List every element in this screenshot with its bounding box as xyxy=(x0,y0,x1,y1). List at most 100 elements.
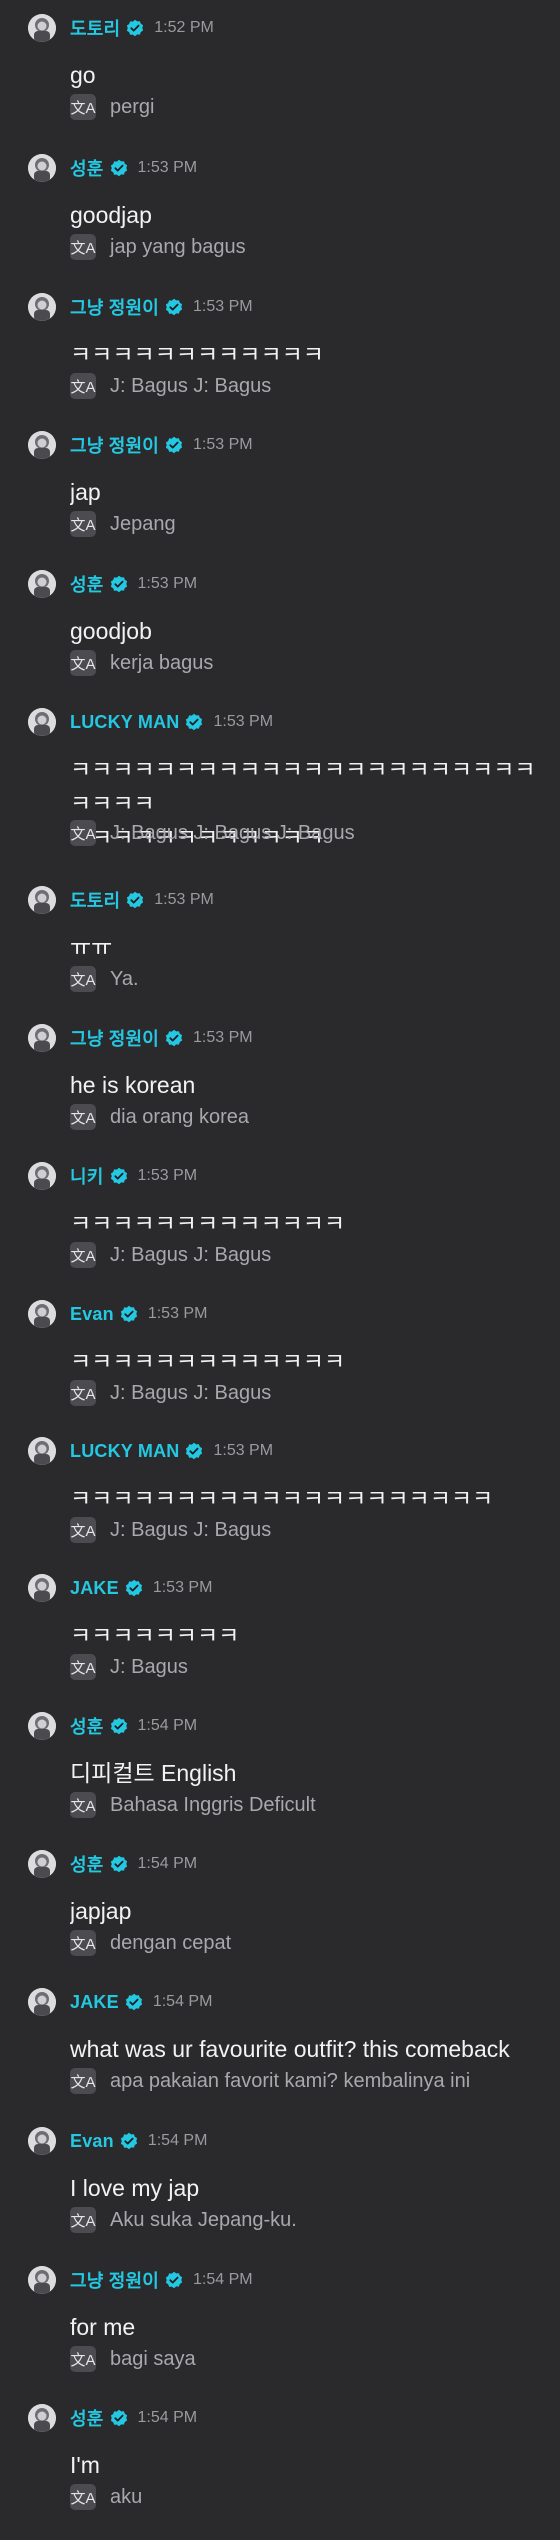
translation-text: apa pakaian favorit kami? kembalinya ini xyxy=(110,2069,471,2092)
timestamp: 1:54 PM xyxy=(137,2409,198,2426)
avatar[interactable] xyxy=(28,1162,56,1190)
username[interactable]: 그냥 정원이 xyxy=(70,432,159,458)
username[interactable]: 성훈 xyxy=(70,1851,104,1877)
message-item: 그냥 정원이 1:53 PM ㅋㅋㅋㅋㅋㅋㅋㅋㅋㅋㅋㅋ 文A J: Bagus J: B… xyxy=(0,293,560,411)
translation-row[interactable]: 文A pergi xyxy=(70,94,154,120)
username[interactable]: 도토리 xyxy=(70,887,120,913)
timestamp: 1:54 PM xyxy=(137,1855,198,1872)
avatar[interactable] xyxy=(28,154,56,182)
message-header: 그냥 정원이 1:53 PM xyxy=(70,293,253,321)
avatar[interactable] xyxy=(28,2404,56,2432)
username[interactable]: JAKE xyxy=(70,1992,119,2013)
message-text: what was ur favourite outfit? this comeb… xyxy=(70,2036,510,2062)
username[interactable]: 그냥 정원이 xyxy=(70,294,159,320)
timestamp: 1:53 PM xyxy=(193,298,253,315)
translate-icon: 文A xyxy=(70,511,96,537)
avatar[interactable] xyxy=(28,1300,56,1328)
avatar[interactable] xyxy=(28,2127,56,2155)
translate-icon: 文A xyxy=(70,2346,96,2372)
translation-row[interactable]: 文A J: Bagus J: Bagus xyxy=(70,373,271,399)
avatar[interactable] xyxy=(28,570,56,598)
username[interactable]: Evan xyxy=(70,1304,114,1325)
avatar[interactable] xyxy=(28,1437,56,1465)
username[interactable]: 성훈 xyxy=(70,155,104,181)
timestamp: 1:53 PM xyxy=(213,713,274,730)
message-text: I'm xyxy=(70,2452,100,2478)
avatar[interactable] xyxy=(28,1574,56,1602)
username[interactable]: 도토리 xyxy=(70,15,120,41)
translation-text: J: Bagus J: Bagus xyxy=(110,1518,272,1541)
avatar[interactable] xyxy=(28,431,56,459)
avatar[interactable] xyxy=(28,1988,56,2016)
message-text: ㅋㅋㅋㅋㅋㅋㅋㅋㅋㅋㅋㅋ xyxy=(70,341,324,367)
translate-icon: 文A xyxy=(70,1930,96,1956)
translation-row[interactable]: 文A Aku suka Jepang-ku. xyxy=(70,2207,297,2233)
translation-row[interactable]: 文A kerja bagus xyxy=(70,650,213,676)
verified-badge-icon xyxy=(110,159,128,177)
message-item: 성훈 1:54 PM 디피컬트 English 文A Bahasa Inggris De… xyxy=(0,1712,560,1830)
verified-badge-icon xyxy=(165,2271,183,2289)
translation-text: J: Bagus J: Bagus xyxy=(110,1243,272,1266)
message-text: ㅋㅋㅋㅋㅋㅋㅋㅋㅋㅋㅋㅋㅋ xyxy=(70,1210,346,1236)
translate-icon: 文A xyxy=(70,1380,96,1406)
translate-icon: 文A xyxy=(70,373,96,399)
message-item: 성훈 1:54 PM japjap 文A dengan cepat xyxy=(0,1850,560,1968)
timestamp: 1:54 PM xyxy=(147,2132,208,2149)
username[interactable]: 그냥 정원이 xyxy=(70,1025,159,1051)
message-item: 도토리 1:53 PM ㅠㅠ 文A Ya. xyxy=(0,886,560,1004)
username[interactable]: 성훈 xyxy=(70,571,104,597)
message-item: 그냥 정원이 1:53 PM he is korean 文A dia orang kor… xyxy=(0,1024,560,1142)
translation-row[interactable]: 文A dia orang korea xyxy=(70,1104,249,1130)
translate-icon: 文A xyxy=(70,234,96,260)
username[interactable]: 니키 xyxy=(70,1163,104,1189)
translation-text: dengan cepat xyxy=(110,1931,232,1954)
username[interactable]: LUCKY MAN xyxy=(70,712,179,733)
message-item: Evan 1:54 PM I love my jap 文A Aku suka Jepan… xyxy=(0,2127,560,2245)
translation-text: jap yang bagus xyxy=(110,235,246,258)
translation-row[interactable]: 文A jap yang bagus xyxy=(70,234,246,260)
message-text: goodjob xyxy=(70,618,152,644)
username[interactable]: 성훈 xyxy=(70,2405,104,2431)
avatar[interactable] xyxy=(28,1712,56,1740)
translate-icon: 文A xyxy=(70,820,96,846)
translation-text: kerja bagus xyxy=(110,651,214,674)
message-feed[interactable]: 도토리 1:52 PM go 文A pergi 성훈 1:53 PM goodjap 文A jap… xyxy=(0,0,560,2540)
avatar[interactable] xyxy=(28,14,56,42)
translation-row[interactable]: 文A J: Bagus J: Bagus xyxy=(70,1517,271,1543)
avatar[interactable] xyxy=(28,1024,56,1052)
message-item: 성훈 1:53 PM goodjap 文A jap yang bagus xyxy=(0,154,560,272)
translation-row[interactable]: 文A J: Bagus J: Bagus J: Bagus xyxy=(70,820,355,846)
verified-badge-icon xyxy=(125,1993,143,2011)
translate-icon: 文A xyxy=(70,2207,96,2233)
username[interactable]: LUCKY MAN xyxy=(70,1441,179,1462)
avatar[interactable] xyxy=(28,2266,56,2294)
translation-row[interactable]: 文A J: Bagus J: Bagus xyxy=(70,1380,271,1406)
translation-row[interactable]: 文A J: Bagus J: Bagus xyxy=(70,1242,271,1268)
translate-icon: 文A xyxy=(70,1104,96,1130)
translation-row[interactable]: 文A dengan cepat xyxy=(70,1930,231,1956)
verified-badge-icon xyxy=(125,1579,143,1597)
timestamp: 1:53 PM xyxy=(137,159,198,176)
translation-row[interactable]: 文A J: Bagus xyxy=(70,1654,188,1680)
username[interactable]: 그냥 정원이 xyxy=(70,2267,159,2293)
translation-row[interactable]: 文A bagi saya xyxy=(70,2346,196,2372)
translation-row[interactable]: 文A Jepang xyxy=(70,511,176,537)
timestamp: 1:53 PM xyxy=(193,1029,253,1046)
avatar[interactable] xyxy=(28,886,56,914)
avatar[interactable] xyxy=(28,293,56,321)
translation-row[interactable]: 文A apa pakaian favorit kami? kembalinya i… xyxy=(70,2068,470,2094)
translate-icon: 文A xyxy=(70,650,96,676)
message-text: ㅠㅠ xyxy=(70,934,113,960)
verified-badge-icon xyxy=(110,1855,128,1873)
avatar[interactable] xyxy=(28,1850,56,1878)
verified-badge-icon xyxy=(126,19,144,37)
verified-badge-icon xyxy=(110,1167,128,1185)
translation-row[interactable]: 文A Bahasa Inggris Deficult xyxy=(70,1792,316,1818)
translation-row[interactable]: 文A Ya. xyxy=(70,966,139,992)
username[interactable]: Evan xyxy=(70,2131,114,2152)
avatar[interactable] xyxy=(28,708,56,736)
translation-row[interactable]: 文A aku xyxy=(70,2484,142,2510)
username[interactable]: JAKE xyxy=(70,1578,119,1599)
message-item: Evan 1:53 PM ㅋㅋㅋㅋㅋㅋㅋㅋㅋㅋㅋㅋㅋ 文A J: Bagus J: Ba… xyxy=(0,1300,560,1418)
username[interactable]: 성훈 xyxy=(70,1713,104,1739)
